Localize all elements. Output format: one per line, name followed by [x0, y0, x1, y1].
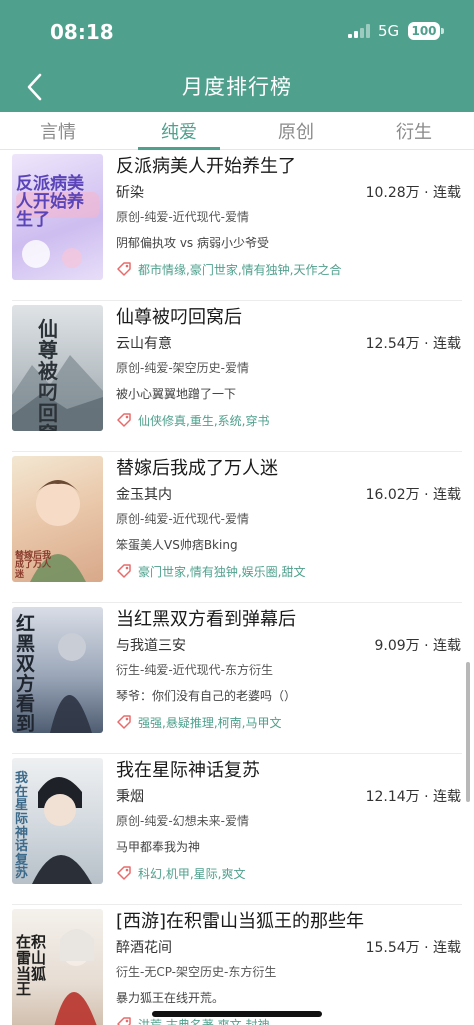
book-stats: 16.02万 · 连载	[365, 487, 461, 503]
app-header: 08:18 5G 100 月度排行榜	[0, 0, 474, 112]
book-category: 原创-纯爱-近代现代-爱情	[116, 512, 249, 526]
book-cover[interactable]: 反派病美人开始养生了	[12, 154, 103, 280]
book-tags[interactable]: 洪荒,古典名著,爽文,封神	[138, 1016, 269, 1025]
book-item[interactable]: 反派病美人开始养生了 反派病美人开始养生了 斫染 10.28万 · 连载 原创-…	[0, 150, 474, 301]
tag-icon	[117, 866, 131, 880]
book-cover[interactable]: 在积雷山当狐王	[12, 909, 103, 1025]
home-indicator[interactable]	[152, 1011, 322, 1017]
book-item[interactable]: 替嫁后我成了万人迷 替嫁后我成了万人迷 金玉其内 16.02万 · 连载 原创-…	[0, 452, 474, 603]
status-time: 08:18	[50, 20, 114, 44]
book-cover[interactable]: 替嫁后我成了万人迷	[12, 456, 103, 582]
book-category: 原创-纯爱-近代现代-爱情	[116, 210, 249, 224]
book-cover[interactable]: 我在星际神话复苏	[12, 758, 103, 884]
battery-icon: 100	[408, 22, 440, 40]
book-item[interactable]: 仙尊被叼回窝后 仙尊被叼回窝后 云山有意 12.54万 · 连载 原创-纯爱-架…	[0, 301, 474, 452]
book-blurb: 暴力狐王在线开荒。	[116, 991, 225, 1005]
book-item[interactable]: 在积雷山当狐王 [西游]在积雷山当狐王的那些年 醉酒花间 15.54万 · 连载…	[0, 905, 474, 1025]
page-title: 月度排行榜	[182, 75, 292, 99]
book-author[interactable]: 斫染	[116, 182, 144, 202]
network-label: 5G	[378, 22, 400, 40]
book-item[interactable]: 我在星际神话复苏 我在星际神话复苏 秉烟 12.14万 · 连载 原创-纯爱-幻…	[0, 754, 474, 905]
book-cover[interactable]: 仙尊被叼回窝后	[12, 305, 103, 431]
book-author[interactable]: 与我道三安	[116, 635, 186, 655]
tab-romance[interactable]: 言情	[8, 118, 108, 144]
book-tags[interactable]: 强强,悬疑推理,柯南,马甲文	[138, 714, 281, 731]
book-author[interactable]: 秉烟	[116, 786, 144, 806]
book-author[interactable]: 金玉其内	[116, 484, 172, 504]
status-bar: 08:18 5G 100	[0, 0, 474, 62]
book-cover[interactable]: 红黑双方看到弹幕后	[12, 607, 103, 733]
book-title[interactable]: 反派病美人开始养生了	[116, 152, 296, 178]
book-stats: 12.14万 · 连载	[365, 789, 461, 805]
category-tabs: 言情 纯爱 原创 衍生	[0, 112, 474, 150]
book-blurb: 马甲都奉我为神	[116, 840, 201, 854]
book-blurb: 阴郁偏执攻 vs 病弱小少爷受	[116, 236, 269, 250]
cover-title: 红黑双方看到弹幕后	[16, 613, 36, 733]
cover-title: 反派病美人开始养生了	[16, 174, 84, 230]
book-author[interactable]: 云山有意	[116, 333, 172, 353]
book-stats: 10.28万 · 连载	[365, 185, 461, 201]
book-tags[interactable]: 仙侠修真,重生,系统,穿书	[138, 412, 269, 429]
book-blurb: 笨蛋美人VS帅痞Bking	[116, 538, 238, 552]
book-category: 原创-纯爱-架空历史-爱情	[116, 361, 249, 375]
nav-bar: 月度排行榜	[0, 62, 474, 112]
cover-title: 在积雷山当狐王	[16, 933, 47, 999]
signal-icon	[348, 24, 370, 38]
book-item[interactable]: 红黑双方看到弹幕后 当红黑双方看到弹幕后 与我道三安 9.09万 · 连载 衍生…	[0, 603, 474, 754]
book-tags[interactable]: 科幻,机甲,星际,爽文	[138, 865, 245, 882]
book-title[interactable]: 当红黑双方看到弹幕后	[116, 605, 296, 631]
cover-title: 我在星际神话复苏	[15, 771, 29, 882]
cover-title: 仙尊被叼回窝后	[38, 317, 58, 432]
tab-original[interactable]: 原创	[246, 118, 346, 144]
scrollbar[interactable]	[466, 662, 470, 802]
tag-icon	[117, 715, 131, 729]
cover-title: 替嫁后我成了万人迷	[15, 551, 52, 580]
tag-icon	[117, 413, 131, 427]
book-stats: 12.54万 · 连载	[365, 336, 461, 352]
book-blurb: 琴爷：你们没有自己的老婆吗（）	[116, 689, 297, 703]
book-category: 衍生-纯爱-近代现代-东方衍生	[116, 663, 273, 677]
book-stats: 9.09万 · 连载	[374, 638, 461, 654]
book-title[interactable]: 仙尊被叼回窝后	[116, 303, 242, 329]
book-title[interactable]: [西游]在积雷山当狐王的那些年	[116, 907, 364, 933]
book-tags[interactable]: 都市情缘,豪门世家,情有独钟,天作之合	[138, 261, 341, 278]
book-blurb: 被小心翼翼地蹭了一下	[116, 387, 237, 401]
tab-derivative[interactable]: 衍生	[364, 118, 464, 144]
tag-icon	[117, 564, 131, 578]
tag-icon	[117, 1017, 131, 1025]
book-category: 原创-纯爱-幻想未来-爱情	[116, 814, 249, 828]
book-author[interactable]: 醉酒花间	[116, 937, 172, 957]
book-title[interactable]: 替嫁后我成了万人迷	[116, 454, 278, 480]
book-stats: 15.54万 · 连载	[365, 940, 461, 956]
book-title[interactable]: 我在星际神话复苏	[116, 756, 260, 782]
tag-icon	[117, 262, 131, 276]
book-tags[interactable]: 豪门世家,情有独钟,娱乐圈,甜文	[138, 563, 305, 580]
book-category: 衍生-无CP-架空历史-东方衍生	[116, 965, 277, 979]
tab-bl[interactable]: 纯爱	[129, 118, 229, 144]
battery-tip	[441, 28, 444, 34]
